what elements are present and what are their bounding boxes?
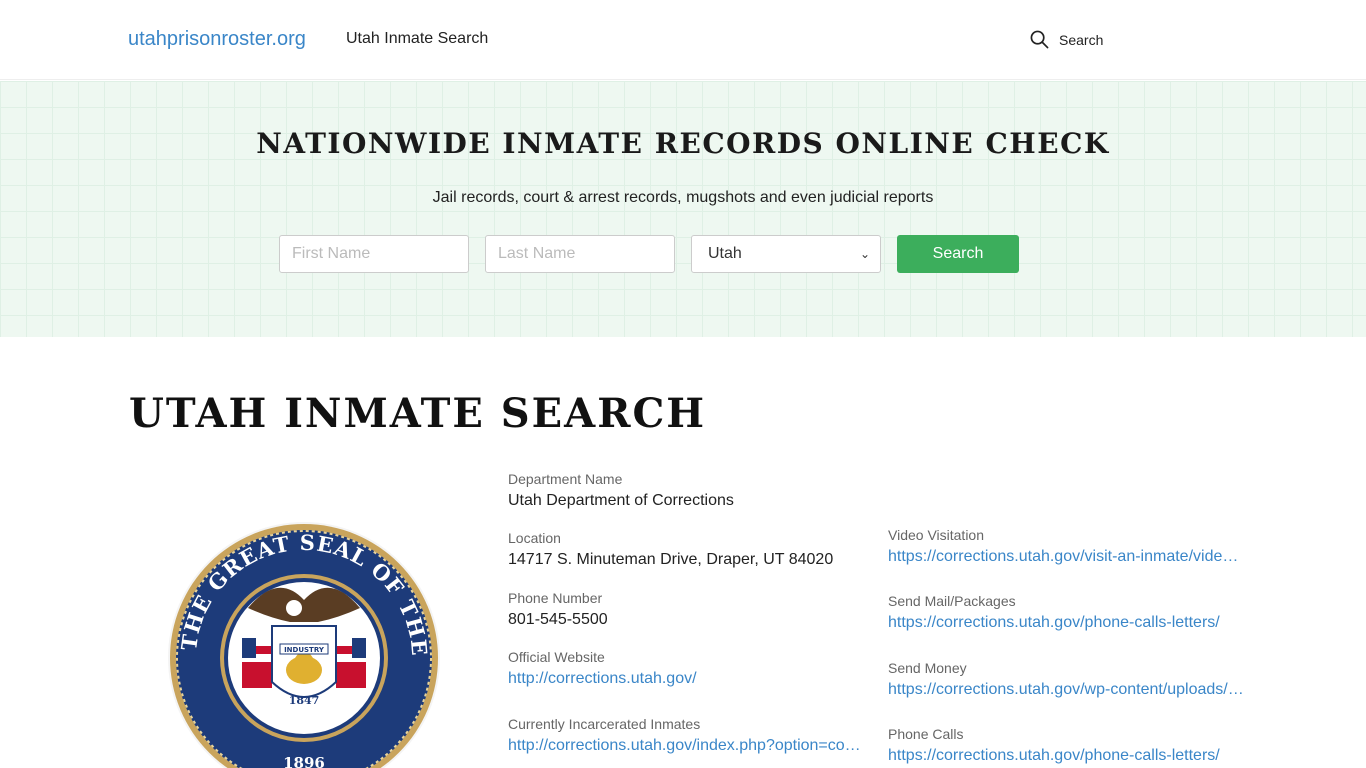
phone-calls-field: Phone Calls https://corrections.utah.gov…: [888, 726, 1244, 765]
send-mail-link[interactable]: https://corrections.utah.gov/phone-calls…: [888, 614, 1244, 632]
send-money-field: Send Money https://corrections.utah.gov/…: [888, 660, 1244, 699]
state-select-value: Utah: [708, 245, 742, 262]
field-label: Send Money: [888, 660, 967, 676]
top-navigation: utahprisonroster.org Utah Inmate Search …: [0, 0, 1366, 80]
video-visitation-link[interactable]: https://corrections.utah.gov/visit-an-in…: [888, 548, 1244, 566]
field-label: Location: [508, 530, 561, 546]
site-logo-link[interactable]: utahprisonroster.org: [128, 28, 306, 51]
field-value: 14717 S. Minuteman Drive, Draper, UT 840…: [508, 551, 834, 568]
hero-subtitle: Jail records, court & arrest records, mu…: [432, 189, 934, 206]
last-name-input[interactable]: [485, 235, 675, 273]
send-mail-field: Send Mail/Packages https://corrections.u…: [888, 593, 1244, 632]
send-money-link[interactable]: https://corrections.utah.gov/wp-content/…: [888, 681, 1244, 699]
state-select[interactable]: Utah ⌄: [691, 235, 881, 273]
hero-title: NATIONWIDE INMATE RECORDS ONLINE CHECK: [256, 127, 1110, 160]
field-label: Phone Number: [508, 590, 603, 606]
chevron-down-icon: ⌄: [859, 247, 870, 261]
incarcerated-inmates-field: Currently Incarcerated Inmates http://co…: [508, 716, 864, 755]
official-website-link[interactable]: http://corrections.utah.gov/: [508, 670, 697, 688]
hero-search-section: NATIONWIDE INMATE RECORDS ONLINE CHECK J…: [0, 81, 1366, 337]
nav-utah-inmate-search[interactable]: Utah Inmate Search: [346, 30, 488, 48]
field-label: Phone Calls: [888, 726, 964, 742]
search-icon: [1030, 30, 1049, 49]
first-name-input[interactable]: [279, 235, 469, 273]
page-title: UTAH INMATE SEARCH: [129, 390, 707, 437]
field-value: 801-545-5500: [508, 611, 608, 628]
official-website-field: Official Website http://corrections.utah…: [508, 649, 697, 688]
seal-banner-text: INDUSTRY: [284, 646, 325, 654]
hero-search-button[interactable]: Search: [897, 235, 1019, 273]
field-label: Send Mail/Packages: [888, 593, 1016, 609]
location-field: Location 14717 S. Minuteman Drive, Drape…: [508, 530, 833, 569]
video-visitation-field: Video Visitation https://corrections.uta…: [888, 527, 1244, 566]
phone-calls-link[interactable]: https://corrections.utah.gov/phone-calls…: [888, 747, 1244, 765]
utah-state-seal-image: THE GREAT SEAL OF THE STATE OF UTAH INDU…: [168, 522, 440, 768]
field-label: Department Name: [508, 471, 623, 487]
incarcerated-inmates-link[interactable]: http://corrections.utah.gov/index.php?op…: [508, 737, 864, 755]
header-search-label: Search: [1059, 31, 1104, 48]
field-value: Utah Department of Corrections: [508, 492, 734, 509]
field-label: Official Website: [508, 649, 605, 665]
field-label: Video Visitation: [888, 527, 984, 543]
field-label: Currently Incarcerated Inmates: [508, 716, 701, 732]
header-search-button[interactable]: Search: [1030, 30, 1103, 49]
department-name-field: Department Name Utah Department of Corre…: [508, 471, 734, 510]
seal-outer-year: 1896: [283, 754, 325, 768]
phone-number-field: Phone Number 801-545-5500: [508, 590, 608, 629]
seal-inner-year: 1847: [289, 694, 320, 707]
